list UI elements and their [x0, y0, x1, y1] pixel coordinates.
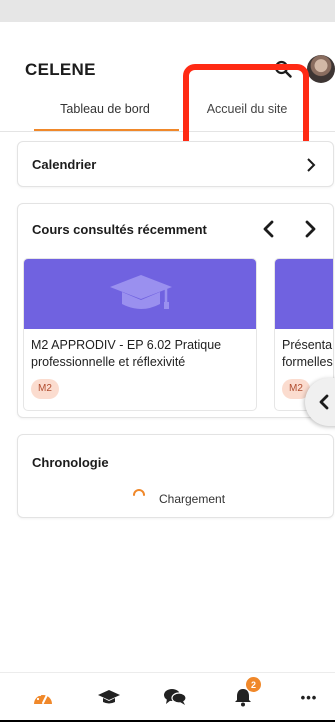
notification-count-badge: 2: [246, 677, 261, 692]
loading-text: Chargement: [159, 492, 226, 506]
nav-dashboard[interactable]: [28, 683, 58, 711]
course-name-line: formelles: [282, 355, 333, 369]
chevron-left-icon: [319, 394, 329, 410]
course-card[interactable]: M2 APPRODIV - EP 6.02 Pratique professio…: [23, 258, 257, 411]
nav-more[interactable]: •••: [294, 683, 324, 711]
messages-icon: [164, 689, 187, 705]
timeline-card: Chronologie Chargement: [17, 434, 334, 518]
app-screen: CELENE Tableau de bord Accueil du site C…: [0, 22, 335, 722]
calendar-title: Calendrier: [32, 157, 97, 172]
dashboard-icon: [34, 692, 52, 704]
course-name: Présenta formelles: [282, 337, 333, 371]
active-tab-indicator: [34, 129, 179, 131]
calendar-card[interactable]: Calendrier: [17, 141, 334, 187]
nav-notifications[interactable]: 2: [228, 677, 261, 711]
avatar[interactable]: [307, 55, 335, 83]
app-title: CELENE: [25, 60, 96, 79]
chevron-left-icon[interactable]: [260, 218, 278, 240]
recent-courses-card: Cours consultés récemment M2 APPRODIV - …: [17, 203, 334, 418]
more-icon: •••: [300, 689, 318, 705]
recent-courses-title: Cours consultés récemment: [32, 222, 207, 237]
course-banner: [275, 259, 333, 329]
course-category-badge: M2: [31, 379, 59, 399]
graduation-cap-icon: [110, 275, 172, 309]
course-name-line: professionnelle et réflexivité: [31, 355, 186, 369]
chevron-right-icon: [307, 158, 316, 172]
bottom-navigation: 2 •••: [0, 672, 335, 720]
status-bar: [0, 0, 335, 22]
course-name-line: M2 APPRODIV - EP 6.02 Pratique: [31, 338, 222, 352]
course-banner: [24, 259, 256, 329]
tab-dashboard[interactable]: Tableau de bord: [33, 86, 177, 132]
loading-spinner-icon: [133, 489, 145, 496]
nav-courses[interactable]: [94, 683, 124, 711]
chevron-right-nav-icon[interactable]: [301, 218, 319, 240]
course-name: M2 APPRODIV - EP 6.02 Pratique professio…: [31, 337, 253, 371]
tab-dashboard-label: Tableau de bord: [60, 102, 150, 116]
timeline-title: Chronologie: [32, 455, 109, 470]
nav-messages[interactable]: [160, 683, 190, 711]
course-name-line: Présenta: [282, 338, 333, 352]
courses-icon: [98, 690, 120, 704]
